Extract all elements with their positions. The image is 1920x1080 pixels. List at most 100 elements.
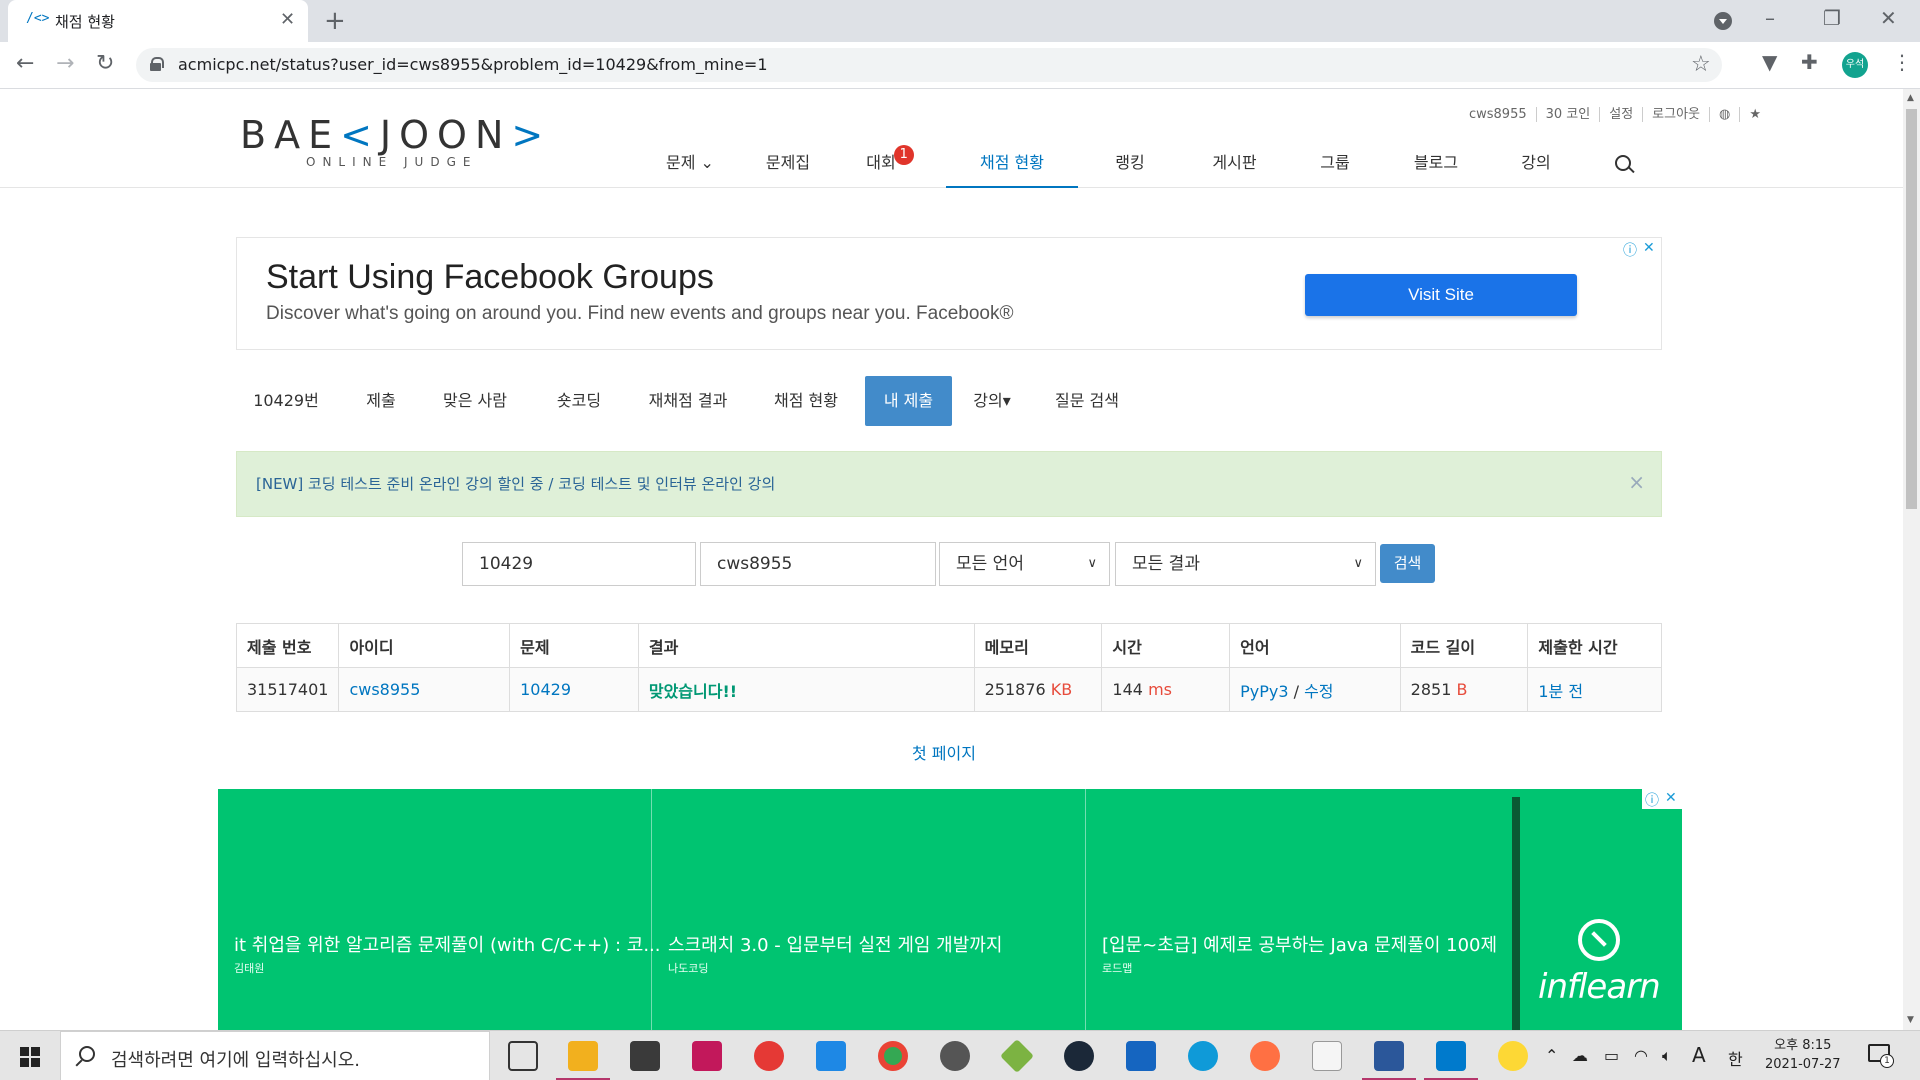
vscode-icon[interactable] [1424,1041,1478,1080]
scroll-down-icon[interactable]: ▼ [1907,1015,1914,1025]
ad-banner-inflearn[interactable]: it 취업을 위한 알고리즘 문제풀이 (with C/C++) : 코... … [218,789,1682,1030]
problem-id-input[interactable]: 10429 [462,542,696,586]
tab-lectures[interactable]: 강의▾ [958,376,1026,426]
close-icon[interactable]: ✕ [280,9,295,30]
nav-ranking[interactable]: 랭킹 [1090,141,1170,188]
ad-info-icon[interactable]: ⓘ [1645,790,1659,810]
tab-status[interactable]: 채점 현황 [754,376,858,426]
pen-app-icon[interactable] [1250,1041,1280,1071]
course-card[interactable]: [입문~초급] 예제로 공부하는 Java 문제풀이 100제 로드맵 [1086,789,1520,1030]
first-page-link[interactable]: 첫 페이지 [912,740,976,764]
typora-icon[interactable] [1312,1041,1342,1071]
tab-my-submissions[interactable]: 내 제출 [865,376,952,426]
taskbar-clock[interactable]: 오후 8:15 2021-07-27 [1765,1036,1841,1074]
ad-close-icon[interactable]: ✕ [1643,240,1655,256]
ime-language[interactable]: 한 [1728,1046,1743,1070]
site-logo[interactable]: BAE<JOON> ONLINE JUDGE [240,113,551,169]
problem-link[interactable]: 10429 [520,680,571,699]
bookmark-star-icon[interactable]: ☆ [1691,52,1711,77]
browser-tab[interactable]: /<> 채점 현황 ✕ [8,0,308,42]
chevron-up-icon[interactable]: ⌃ [1545,1046,1558,1065]
tab-problem[interactable]: 10429번 [236,376,336,426]
ad-banner-facebook[interactable]: Start Using Facebook Groups Discover wha… [236,237,1662,350]
language-select[interactable]: 모든 언어 ∨ [939,542,1110,586]
url-text[interactable]: acmicpc.net/status?user_id=cws8955&probl… [178,55,768,74]
nav-contests[interactable]: 대회 1 [840,141,940,188]
nav-board[interactable]: 게시판 [1187,141,1282,188]
tab-solved-users[interactable]: 맞은 사람 [420,376,530,426]
course-card[interactable]: 스크래치 3.0 - 입문부터 실전 게임 개발까지 나도코딩 [652,789,1086,1030]
mail-icon[interactable] [816,1041,846,1071]
chrome-icon[interactable] [878,1041,908,1071]
nav-lectures[interactable]: 강의 [1496,141,1576,188]
edit-link[interactable]: 수정 [1304,682,1333,701]
battery-icon[interactable]: ▭ [1604,1046,1619,1065]
globe-icon[interactable]: ◍ [1709,107,1740,122]
steam-icon[interactable] [1064,1041,1094,1071]
user-id-input[interactable]: cws8955 [700,542,936,586]
weather-icon[interactable] [1498,1041,1528,1071]
new-tab-icon[interactable]: + [324,6,346,36]
nav-problems[interactable]: 문제 ⌄ [650,141,730,188]
tab-submit[interactable]: 제출 [346,376,416,426]
edge-icon[interactable] [1188,1041,1218,1071]
ad-close-icon[interactable]: ✕ [1665,790,1677,806]
course-card[interactable]: it 취업을 위한 알고리즘 문제풀이 (with C/C++) : 코... … [218,789,661,1030]
scroll-up-icon[interactable]: ▲ [1907,93,1914,103]
store-icon[interactable] [630,1041,660,1071]
coins-link[interactable]: 30 코인 [1535,107,1600,122]
search-button[interactable]: 검색 [1380,544,1435,583]
task-view-icon[interactable] [508,1041,538,1071]
star-icon[interactable]: ★ [1739,107,1770,122]
app-icon-pink[interactable] [692,1041,722,1071]
nav-status[interactable]: 채점 현황 [946,141,1078,188]
nav-workbooks[interactable]: 문제집 [738,141,838,188]
file-explorer-icon[interactable] [556,1041,610,1080]
user-link[interactable]: cws8955 [349,680,420,699]
restore-icon[interactable]: ❐ [1823,6,1841,30]
address-bar[interactable]: acmicpc.net/status?user_id=cws8955&probl… [136,48,1722,82]
nav-groups[interactable]: 그룹 [1295,141,1375,188]
ad-choices[interactable]: ⓘ ✕ [1642,789,1682,809]
windows-start-icon[interactable] [20,1047,40,1067]
logout-link[interactable]: 로그아웃 [1642,107,1709,122]
settings-link[interactable]: 설정 [1599,107,1643,122]
word-icon[interactable] [1362,1041,1416,1080]
ad-info-icon[interactable]: ⓘ [1623,240,1637,260]
code-length-cell[interactable]: 2851 B [1399,667,1529,712]
window-close-icon[interactable]: ✕ [1880,6,1897,30]
back-icon[interactable]: ← [16,51,34,76]
result-select[interactable]: 모든 결과 ∨ [1115,542,1376,586]
tab-question-search[interactable]: 질문 검색 [1032,376,1142,426]
username-link[interactable]: cws8955 [1460,107,1536,122]
taskbar-search-box[interactable]: 검색하려면 여기에 입력하십시오. [60,1031,490,1080]
scroll-thumb[interactable] [1906,109,1917,509]
kakao-app-icon[interactable] [1000,1039,1034,1073]
tab-search-icon[interactable] [1714,12,1732,30]
lock-icon[interactable] [150,57,164,71]
notice-link[interactable]: [NEW] 코딩 테스트 준비 온라인 강의 할인 중 / 코딩 테스트 및 인… [256,473,775,494]
notification-icon[interactable]: 1 [1868,1044,1894,1068]
forward-icon[interactable]: → [56,51,74,76]
ime-mode[interactable]: A [1692,1043,1706,1067]
onedrive-icon[interactable]: ☁ [1572,1046,1588,1065]
extensions-puzzle-icon[interactable]: ✚ [1801,50,1818,74]
tab-rejudge-results[interactable]: 재채점 결과 [628,376,748,426]
volume-icon[interactable]: 🔈︎ [1662,1046,1672,1066]
page-scrollbar[interactable]: ▲ ▼ [1903,89,1920,1030]
wifi-icon[interactable]: ◠ [1634,1046,1648,1065]
settings-gear-icon[interactable] [940,1041,970,1071]
profile-avatar[interactable]: 우석 [1842,52,1868,78]
vpn-extension-icon[interactable]: ▼ [1762,50,1777,74]
reload-icon[interactable]: ↻ [96,51,114,76]
visit-site-button[interactable]: Visit Site [1305,274,1577,316]
chrome-menu-icon[interactable]: ⋮ [1892,50,1912,74]
search-icon[interactable] [1615,155,1631,171]
close-icon[interactable]: × [1628,470,1645,494]
reader-app-icon[interactable] [1126,1041,1156,1071]
submitted-time-link[interactable]: 1분 전 [1538,682,1583,701]
sync-app-icon[interactable] [754,1041,784,1071]
language-link[interactable]: PyPy3 [1240,682,1288,701]
minimize-icon[interactable]: – [1765,6,1775,30]
nav-blog[interactable]: 블로그 [1390,141,1482,188]
